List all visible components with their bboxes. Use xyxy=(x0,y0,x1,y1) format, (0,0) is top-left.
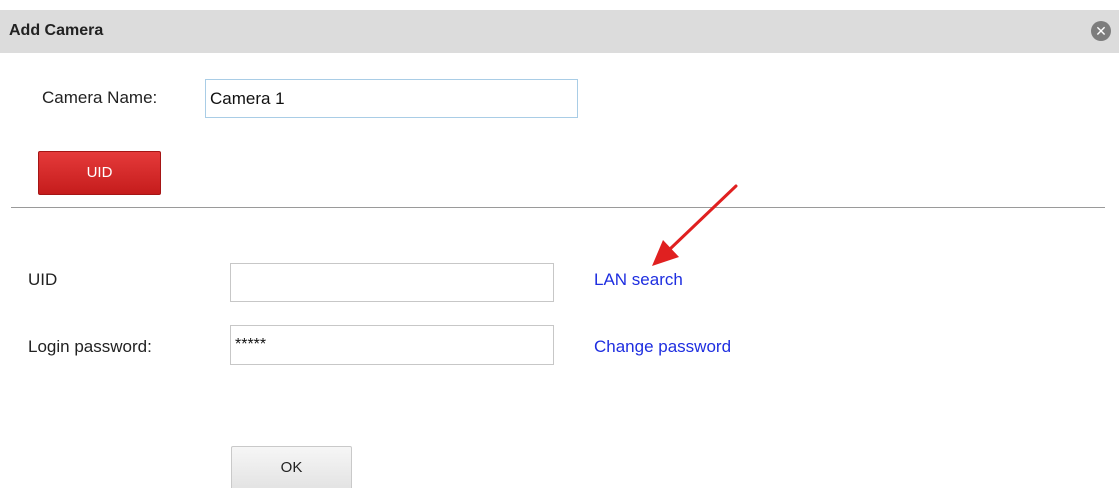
annotation-arrow-line xyxy=(668,184,738,251)
close-icon[interactable]: ✕ xyxy=(1091,21,1111,41)
dialog-title-bar: Add Camera ✕ xyxy=(0,10,1119,53)
login-password-input[interactable] xyxy=(230,325,554,365)
uid-mode-button[interactable]: UID xyxy=(38,151,161,195)
ok-button[interactable]: OK xyxy=(231,446,352,488)
annotation-arrow-head xyxy=(652,240,679,266)
login-password-label: Login password: xyxy=(28,337,152,356)
camera-name-input[interactable] xyxy=(205,79,578,118)
annotation-arrow xyxy=(652,184,738,266)
dialog-title: Add Camera xyxy=(9,22,104,39)
change-password-link[interactable]: Change password xyxy=(594,337,731,357)
uid-input[interactable] xyxy=(230,263,554,302)
section-divider xyxy=(11,207,1105,208)
lan-search-link[interactable]: LAN search xyxy=(594,270,683,290)
add-camera-dialog: Add Camera ✕ Camera Name: UID UID LAN se… xyxy=(0,0,1119,488)
uid-label: UID xyxy=(28,270,58,289)
camera-name-label: Camera Name: xyxy=(42,88,158,107)
